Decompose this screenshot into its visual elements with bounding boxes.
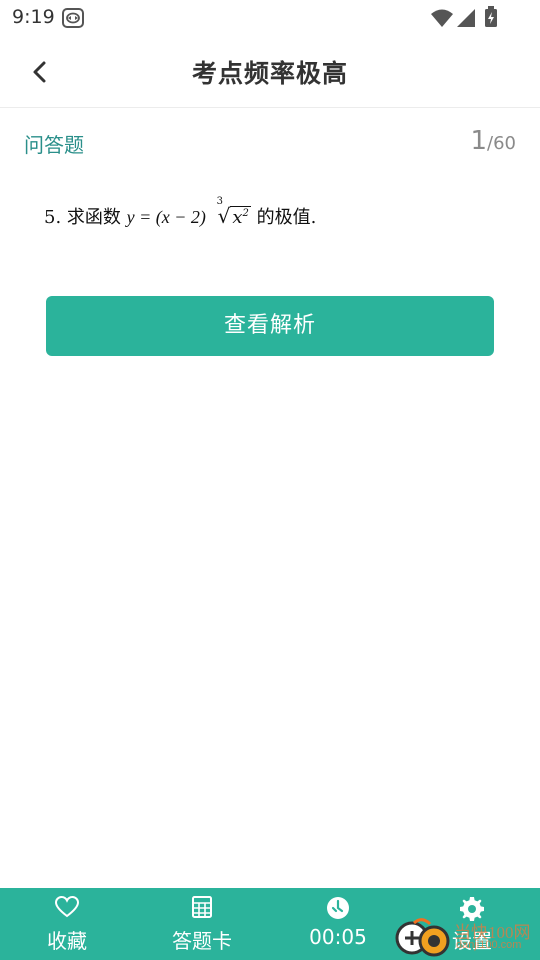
favorite-label: 收藏 bbox=[47, 929, 87, 953]
watermark-logo-icon bbox=[395, 918, 450, 957]
view-analysis-button[interactable]: 查看解析 bbox=[46, 296, 494, 356]
question-total-count: 60 bbox=[493, 133, 516, 154]
top-app-bar: 考点频率极高 bbox=[0, 36, 540, 108]
favorite-button[interactable]: 收藏 bbox=[12, 888, 122, 960]
signal-icon bbox=[457, 9, 475, 27]
question-counter: 1/60 bbox=[470, 126, 516, 156]
watermark: 当快100网 danji100.com bbox=[388, 912, 540, 960]
answer-card-button[interactable]: 答题卡 bbox=[147, 888, 257, 960]
clock-icon bbox=[327, 897, 349, 919]
radical-exponent: 2 bbox=[242, 208, 249, 219]
question-math-expression: y = (x − 2) bbox=[126, 207, 206, 227]
battery-charging-icon bbox=[485, 6, 497, 27]
radical-base: x bbox=[232, 207, 243, 228]
watermark-subtext: danji100.com bbox=[456, 939, 522, 951]
question-text-suffix: 的极值. bbox=[256, 207, 317, 228]
question-text-prefix: 5. 求函数 bbox=[44, 207, 127, 228]
status-time: 9:19 bbox=[12, 6, 55, 28]
status-bar: 9:19 bbox=[0, 0, 540, 36]
radical-index: 3 bbox=[216, 196, 223, 207]
wifi-icon bbox=[431, 9, 453, 27]
timer: 00:05 bbox=[283, 888, 393, 960]
question-text: 5. 求函数 y = (x − 2) 3 √ x2 的极值. bbox=[44, 196, 317, 229]
question-type-label: 问答题 bbox=[24, 133, 84, 157]
grid-icon bbox=[192, 896, 212, 918]
app-remote-icon bbox=[62, 8, 84, 28]
cube-root: 3 √ x2 bbox=[216, 196, 251, 228]
answer-card-label: 答题卡 bbox=[172, 929, 232, 953]
page-title: 考点频率极高 bbox=[191, 59, 348, 88]
timer-value: 00:05 bbox=[309, 925, 367, 949]
question-current-index: 1 bbox=[470, 126, 488, 156]
heart-icon bbox=[55, 896, 79, 918]
